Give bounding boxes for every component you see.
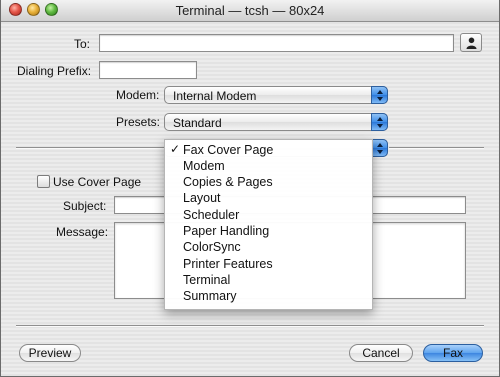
modem-label: Modem:	[116, 88, 160, 102]
presets-popup-value: Standard	[173, 116, 222, 130]
modem-popup[interactable]: Internal Modem	[164, 86, 388, 104]
person-icon	[466, 37, 477, 49]
menu-item-modem[interactable]: Modem	[165, 158, 372, 174]
separator-left	[16, 147, 164, 148]
to-label: To:	[74, 37, 91, 51]
cancel-button[interactable]: Cancel	[349, 344, 413, 362]
menu-item-paper-handling[interactable]: Paper Handling	[165, 223, 372, 239]
menu-item-printer-features[interactable]: Printer Features	[165, 256, 372, 272]
menu-item-summary[interactable]: Summary	[165, 288, 372, 304]
print-fax-sheet: Terminal — tcsh — 80x24 To: Dialing Pref…	[0, 0, 500, 377]
dialing-prefix-label: Dialing Prefix:	[17, 64, 92, 78]
menu-item-scheduler[interactable]: Scheduler	[165, 207, 372, 223]
to-field[interactable]	[99, 34, 454, 52]
menu-item-terminal[interactable]: Terminal	[165, 272, 372, 288]
message-label: Message:	[56, 225, 109, 239]
separator-right	[389, 147, 484, 148]
menu-item-layout[interactable]: Layout	[165, 190, 372, 206]
menu-item-fax-cover-page[interactable]: ✓ Fax Cover Page	[165, 142, 372, 158]
up-down-arrows-icon	[371, 113, 388, 131]
pane-menu: ✓ Fax Cover Page Modem Copies & Pages La…	[164, 139, 373, 310]
checkmark-icon: ✓	[170, 142, 181, 156]
dialing-prefix-field[interactable]	[99, 61, 197, 79]
window-title: Terminal — tcsh — 80x24	[175, 3, 325, 18]
fax-button[interactable]: Fax	[423, 344, 483, 362]
subject-label: Subject:	[63, 199, 107, 213]
modem-popup-value: Internal Modem	[173, 89, 257, 103]
title-bar: Terminal — tcsh — 80x24	[1, 0, 499, 22]
preview-button[interactable]: Preview	[19, 344, 81, 362]
presets-label: Presets:	[116, 115, 161, 129]
separator-bottom	[16, 325, 484, 326]
menu-item-colorsync[interactable]: ColorSync	[165, 239, 372, 255]
use-cover-page-label: Use Cover Page	[53, 175, 142, 189]
menu-item-copies-pages[interactable]: Copies & Pages	[165, 174, 372, 190]
presets-popup[interactable]: Standard	[164, 113, 388, 131]
address-book-button[interactable]	[460, 33, 482, 52]
up-down-arrows-icon	[371, 86, 388, 104]
use-cover-page-checkbox[interactable]	[37, 175, 50, 188]
up-down-arrows-icon	[371, 139, 388, 157]
